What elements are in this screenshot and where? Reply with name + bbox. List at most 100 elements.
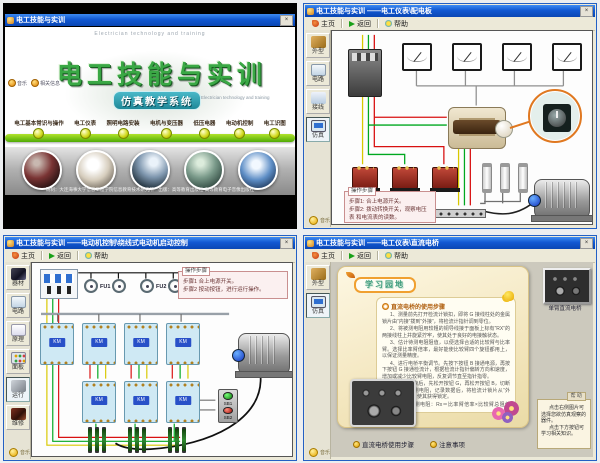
sidebar-exterior-button[interactable]: 外型	[306, 265, 330, 290]
menu-item-motors-transformers[interactable]: 电机与变压器	[150, 119, 183, 139]
home-button[interactable]: 主页	[9, 250, 38, 261]
contactor[interactable]: KM	[124, 323, 158, 365]
run-icon	[11, 380, 26, 392]
sidebar-repair-button[interactable]: 维修	[6, 405, 30, 430]
sidebar-run-button[interactable]: 运行	[6, 377, 30, 402]
start-button[interactable]	[223, 392, 233, 400]
menu-item-diagram-reading[interactable]: 电工识图	[264, 119, 286, 139]
subtitle-badge: 仿真教学系统	[113, 91, 201, 110]
help-icon	[385, 20, 392, 27]
help-button[interactable]: 帮助	[382, 18, 411, 29]
home-icon	[312, 20, 319, 27]
photo-tools[interactable]	[22, 150, 62, 190]
fuse[interactable]	[140, 279, 154, 293]
menu-item-lighting[interactable]: 照明电路安装	[107, 119, 140, 139]
back-button[interactable]: 返回	[346, 18, 374, 29]
starting-resistors[interactable]	[88, 427, 106, 453]
sidebar-equipment-button[interactable]: 器材	[6, 265, 30, 290]
titlebar[interactable]: 电工技能与实训 ×	[5, 14, 295, 26]
panel-icon	[11, 352, 26, 364]
starting-resistors[interactable]	[128, 427, 146, 453]
sidebar-principle-button[interactable]: 原理	[6, 321, 30, 346]
topic-links: 直流电桥使用步骤 注意事项	[353, 439, 465, 449]
view-sidebar: 外型 仿真	[305, 262, 331, 459]
sidebar-exterior-button[interactable]: 外型	[306, 33, 330, 58]
panel-meter[interactable]	[452, 43, 482, 71]
photo-motor[interactable]	[184, 150, 224, 190]
learning-panel: 学习园地 直流电桥的使用步骤 1、测量前先打开检流计锁扣，即将 G 接线柱处的金…	[337, 266, 529, 428]
contactor[interactable]: KM	[82, 323, 116, 365]
link-precautions[interactable]: 注意事项	[430, 439, 465, 449]
circuit-breaker[interactable]	[40, 269, 78, 299]
motor[interactable]	[534, 179, 590, 219]
music-ball-icon	[309, 448, 318, 457]
knob-icon[interactable]	[548, 109, 566, 127]
close-button[interactable]: ×	[580, 238, 593, 249]
menu-item-instruments[interactable]: 电工仪表	[74, 119, 96, 139]
operation-steps-box: 操作步骤 步骤1: 合上电源开关。 步骤2: 拨动转换开关，观察电压表 和电流表…	[344, 191, 436, 223]
help-button[interactable]: 帮助	[82, 250, 111, 261]
music-toggle[interactable]: 音乐	[309, 216, 330, 225]
sidebar-simulation-button[interactable]: 仿真	[306, 293, 330, 318]
toolbar: 主页 返回 帮助	[305, 17, 595, 31]
stop-button[interactable]	[223, 407, 233, 415]
fuse[interactable]	[500, 163, 510, 193]
music-button[interactable]: 音乐	[8, 79, 27, 87]
circuit-breaker[interactable]	[348, 49, 382, 97]
menu-item-basics[interactable]: 电工基本常识与操作	[14, 119, 64, 139]
current-transformer[interactable]	[352, 167, 378, 189]
fuse[interactable]	[112, 279, 126, 293]
link-usage-steps[interactable]: 直流电桥使用步骤	[353, 439, 414, 449]
contactor[interactable]: KM	[166, 323, 200, 365]
current-transformer[interactable]	[432, 167, 458, 189]
dc-bridge-image	[350, 379, 416, 427]
back-button[interactable]: 返回	[346, 250, 374, 261]
photo-components[interactable]	[238, 150, 278, 190]
starting-resistors[interactable]	[168, 427, 186, 453]
home-button[interactable]: 主页	[309, 250, 338, 261]
photo-device[interactable]	[130, 150, 170, 190]
close-button[interactable]: ×	[280, 15, 293, 26]
menu-item-low-voltage[interactable]: 低压电器	[193, 119, 215, 139]
back-button[interactable]: 返回	[46, 250, 74, 261]
sidebar-wiring-button[interactable]: 接线	[306, 89, 330, 114]
panel-meter[interactable]	[552, 43, 582, 71]
panel-meter[interactable]	[502, 43, 532, 71]
help-icon	[385, 252, 392, 259]
changeover-switch[interactable]	[448, 107, 506, 149]
help-button[interactable]: 帮助	[382, 250, 411, 261]
sidebar-panel-button[interactable]: 面板	[6, 349, 30, 374]
close-button[interactable]: ×	[580, 6, 593, 17]
help-icon	[85, 252, 92, 259]
titlebar[interactable]: 电工技能与实训 ——电工仪表\配电板 ×	[305, 5, 595, 17]
contactor[interactable]: KM	[82, 381, 116, 423]
close-button[interactable]: ×	[280, 238, 293, 249]
menu-item-motor-control[interactable]: 电动机控制	[226, 119, 254, 139]
music-toggle[interactable]: 音乐	[309, 448, 330, 457]
home-icon	[312, 252, 319, 259]
sidebar-simulation-button[interactable]: 仿真	[306, 117, 330, 142]
contactor[interactable]: KM	[166, 381, 200, 423]
contactor[interactable]: KM	[124, 381, 158, 423]
current-transformer[interactable]	[392, 167, 418, 189]
music-ball-icon	[309, 216, 318, 225]
home-button[interactable]: 主页	[309, 18, 338, 29]
contactor[interactable]: KM	[40, 323, 74, 365]
english-subtitle: Electrician technology and training	[201, 95, 293, 101]
sidebar-circuit-button[interactable]: 电路	[6, 293, 30, 318]
dc-bridge-thumbnail[interactable]	[543, 268, 591, 304]
panel-meter[interactable]	[402, 43, 432, 71]
titlebar[interactable]: 电工技能与实训 ——电动机控制\绕线式电动机启动控制 ×	[5, 237, 295, 249]
music-toggle[interactable]: 音乐	[9, 448, 30, 457]
sidebar-circuit-button[interactable]: 电路	[306, 61, 330, 86]
circuit-icon	[311, 64, 326, 76]
fuse[interactable]	[518, 163, 528, 193]
photo-meter[interactable]	[76, 150, 116, 190]
bullet-icon	[382, 303, 389, 310]
wiring-icon	[311, 92, 326, 104]
titlebar[interactable]: 电工技能与实训 ——电工仪表\直流电桥 ×	[305, 237, 595, 249]
motor[interactable]	[238, 333, 290, 375]
app-icon	[307, 8, 314, 15]
fuse[interactable]	[84, 279, 98, 293]
fuse[interactable]	[482, 163, 492, 193]
